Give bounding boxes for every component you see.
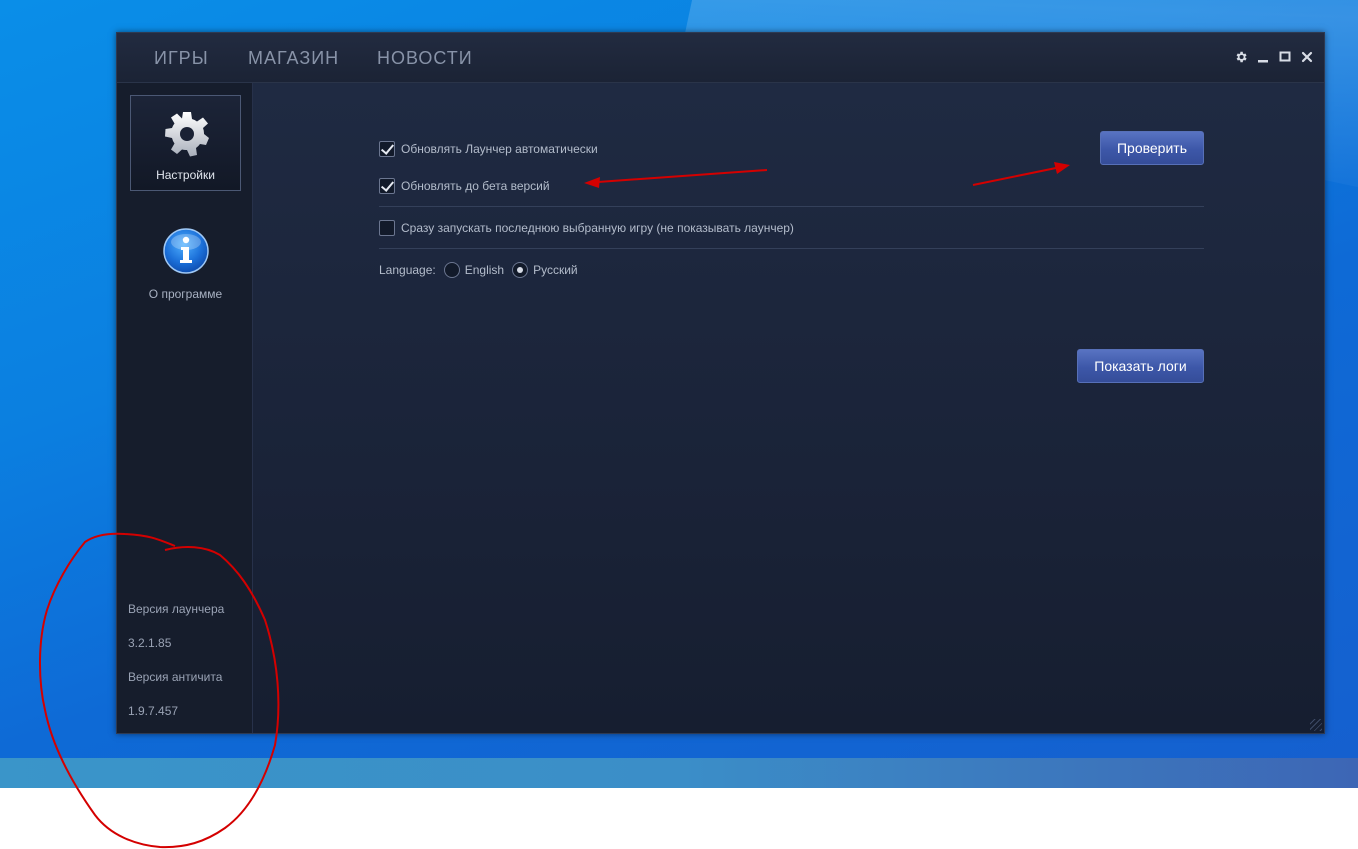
beta-update-label: Обновлять до бета версий [401, 179, 550, 193]
maximize-icon[interactable] [1278, 49, 1292, 65]
minimize-icon[interactable] [1256, 49, 1270, 65]
tab-games[interactable]: ИГРЫ [154, 48, 209, 69]
window-controls [1234, 49, 1314, 65]
sidebar: Настройки О программе Версия лаунчера 3.… [117, 83, 253, 733]
auto-update-checkbox[interactable] [379, 141, 395, 157]
language-selector: Language: English Русский [379, 262, 578, 278]
sidebar-item-label: Настройки [156, 168, 215, 182]
auto-update-option: Обновлять Лаунчер автоматически [379, 141, 598, 157]
gear-icon [163, 110, 211, 158]
anticheat-version-label: Версия античита [128, 670, 223, 684]
language-option-english[interactable]: English [465, 263, 504, 277]
tab-store[interactable]: МАГАЗИН [248, 48, 339, 69]
beta-update-checkbox[interactable] [379, 178, 395, 194]
gear-icon[interactable] [1234, 49, 1248, 65]
settings-panel: Обновлять Лаунчер автоматически Обновлят… [253, 83, 1324, 733]
divider [379, 248, 1204, 249]
launcher-version-label: Версия лаунчера [128, 602, 225, 616]
taskbar [0, 758, 1358, 788]
resize-grip[interactable] [1310, 719, 1322, 731]
info-icon [162, 227, 210, 275]
sidebar-item-label: О программе [148, 287, 223, 301]
anticheat-version-value: 1.9.7.457 [128, 704, 179, 718]
launcher-window: ИГРЫ МАГАЗИН НОВОСТИ Настройки О програм… [116, 32, 1325, 734]
check-updates-button[interactable]: Проверить [1100, 131, 1204, 165]
quick-launch-label: Сразу запускать последнюю выбранную игру… [401, 221, 794, 235]
beta-update-option: Обновлять до бета версий [379, 178, 550, 194]
show-logs-button[interactable]: Показать логи [1077, 349, 1204, 383]
radio-russian[interactable] [512, 262, 529, 278]
quick-launch-option: Сразу запускать последнюю выбранную игру… [379, 220, 794, 236]
close-icon[interactable] [1300, 49, 1314, 65]
radio-english[interactable] [443, 262, 460, 278]
divider [379, 206, 1204, 207]
auto-update-label: Обновлять Лаунчер автоматически [401, 142, 598, 156]
title-bar: ИГРЫ МАГАЗИН НОВОСТИ [117, 33, 1324, 83]
sidebar-item-about[interactable]: О программе [130, 213, 241, 309]
language-option-russian[interactable]: Русский [533, 263, 578, 277]
language-label: Language: [379, 263, 436, 277]
sidebar-item-settings[interactable]: Настройки [130, 95, 241, 191]
launcher-version-value: 3.2.1.85 [128, 636, 172, 650]
quick-launch-checkbox[interactable] [379, 220, 395, 236]
tab-news[interactable]: НОВОСТИ [377, 48, 473, 69]
